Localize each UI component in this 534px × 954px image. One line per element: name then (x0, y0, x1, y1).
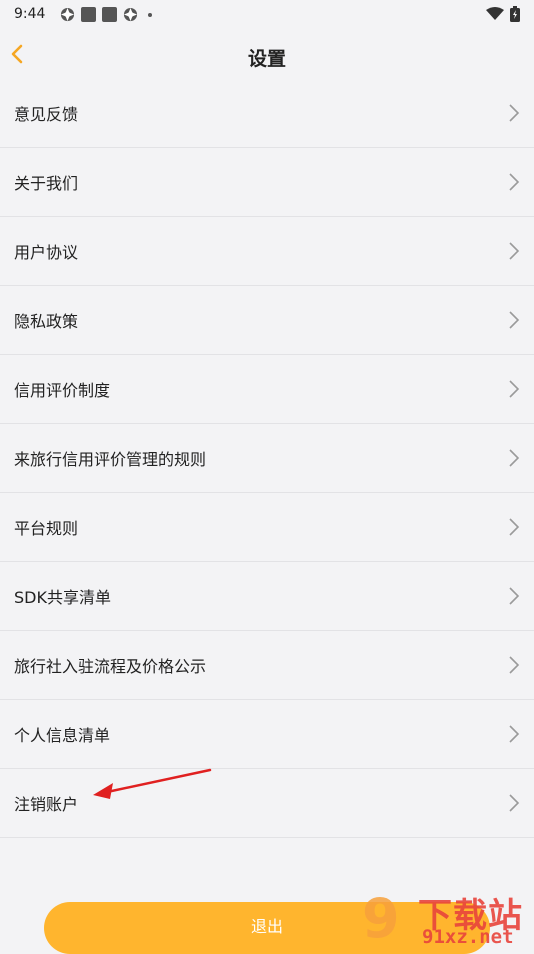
menu-item-about[interactable]: 关于我们 (0, 148, 534, 217)
menu-item-agency-process[interactable]: 旅行社入驻流程及价格公示 (0, 631, 534, 700)
menu-item-credit-rules[interactable]: 来旅行信用评价管理的规则 (0, 424, 534, 493)
app-notification-icon (123, 7, 138, 22)
chevron-right-icon (509, 173, 520, 191)
menu-item-label: 旅行社入驻流程及价格公示 (14, 657, 207, 676)
page-title: 设置 (247, 48, 286, 70)
more-notifications-icon (148, 12, 152, 17)
menu-item-personal-info[interactable]: 个人信息清单 (0, 700, 534, 769)
menu-item-label: 注销账户 (14, 795, 79, 814)
menu-item-cancel-account[interactable]: 注销账户 (0, 769, 534, 838)
chevron-right-icon (509, 794, 520, 812)
app-notification-icon (60, 7, 75, 22)
menu-item-label: 用户协议 (14, 243, 79, 262)
chevron-right-icon (509, 104, 520, 122)
app-notification-icon (102, 7, 117, 22)
menu-item-label: 信用评价制度 (14, 381, 111, 400)
menu-item-label: 来旅行信用评价管理的规则 (14, 450, 207, 469)
annotation-arrow-icon (93, 768, 212, 799)
chevron-right-icon (509, 380, 520, 398)
chevron-right-icon (509, 656, 520, 674)
notification-icons (60, 7, 152, 22)
menu-item-agreement[interactable]: 用户协议 (0, 217, 534, 286)
menu-item-label: 平台规则 (14, 519, 79, 538)
chevron-right-icon (509, 449, 520, 467)
battery-icon (510, 6, 520, 22)
wifi-icon (486, 7, 504, 20)
chevron-right-icon (509, 587, 520, 605)
chevron-right-icon (509, 242, 520, 260)
title-bar: 设置 (0, 30, 534, 80)
site-watermark: 9 下载站 91xz.net (362, 888, 534, 950)
menu-item-privacy[interactable]: 隐私政策 (0, 286, 534, 355)
chevron-right-icon (509, 518, 520, 536)
menu-item-sdk-list[interactable]: SDK共享清单 (0, 562, 534, 631)
menu-item-platform-rules[interactable]: 平台规则 (0, 493, 534, 562)
settings-list: 意见反馈 关于我们 用户协议 隐私政策 信用评价制度 来旅行信用评价管理的规则 … (0, 79, 534, 838)
chevron-right-icon (509, 725, 520, 743)
menu-item-feedback[interactable]: 意见反馈 (0, 79, 534, 148)
menu-item-label: SDK共享清单 (14, 588, 111, 607)
menu-item-label: 隐私政策 (14, 312, 79, 331)
status-time: 9:44 (14, 6, 46, 22)
system-icons (486, 6, 520, 22)
menu-item-label: 个人信息清单 (14, 726, 111, 745)
status-bar: 9:44 (0, 0, 534, 30)
menu-item-label: 关于我们 (14, 174, 79, 193)
menu-item-label: 意见反馈 (14, 105, 79, 124)
watermark-logo-icon: 9 (362, 887, 400, 950)
menu-item-credit-system[interactable]: 信用评价制度 (0, 355, 534, 424)
app-notification-icon (81, 7, 96, 22)
chevron-right-icon (509, 311, 520, 329)
watermark-url: 91xz.net (422, 926, 514, 948)
